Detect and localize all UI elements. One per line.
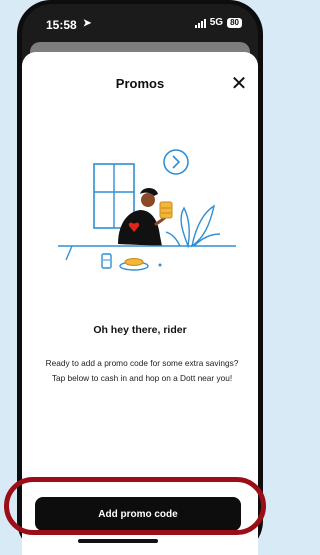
network-label: 5G	[209, 17, 224, 28]
sheet-title: Promos	[115, 76, 165, 91]
add-promo-code-button[interactable]: Add promo code	[35, 497, 241, 531]
phone-screen: 15:58 ➤ 5G 80 Promos ✕ Oh hey there, rid…	[22, 4, 258, 555]
status-time: 15:58	[46, 18, 77, 32]
rider-at-table-illustration	[58, 149, 236, 271]
close-icon[interactable]: ✕	[228, 72, 250, 95]
promo-description: Ready to add a promo code for some extra…	[45, 358, 239, 383]
greeting-heading: Oh hey there, rider	[93, 324, 187, 336]
promos-sheet: Promos ✕ Oh hey there, rider Ready to ad…	[22, 52, 258, 555]
signal-bars-icon	[194, 18, 206, 28]
location-arrow-icon: ➤	[83, 18, 92, 29]
battery-icon: 80	[227, 17, 242, 28]
status-bar: 15:58 ➤ 5G 80	[22, 4, 258, 44]
status-indicators: 5G 80	[194, 17, 242, 28]
home-indicator	[78, 539, 158, 543]
